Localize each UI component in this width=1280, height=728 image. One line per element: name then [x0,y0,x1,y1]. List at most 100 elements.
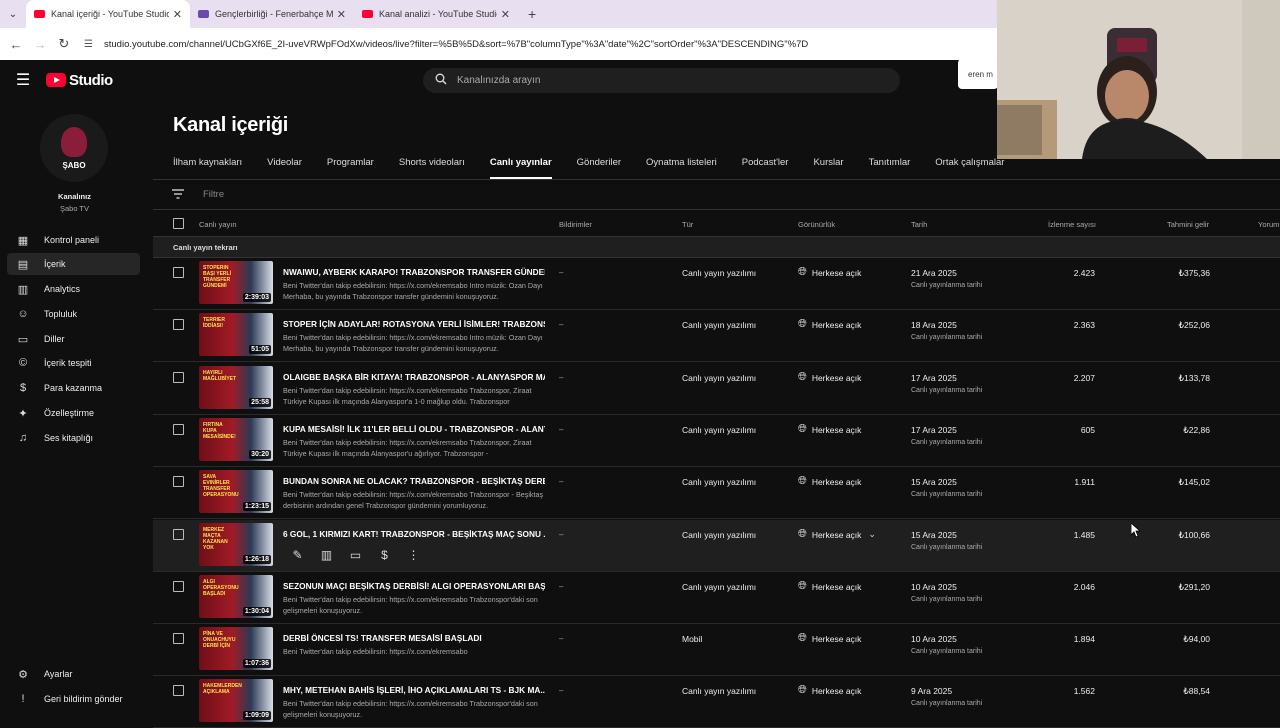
row-checkbox[interactable] [173,319,184,330]
row-checkbox[interactable] [173,476,184,487]
tab-search-dropdown-icon[interactable]: ⌄ [0,0,26,28]
table-row[interactable]: STOPERIN BAŞI YERLİ TRANSFER GÜNDEMİ 2:39… [153,258,1280,310]
table-row[interactable]: HAKEMLERDEN AÇIKLAMA 1:09:09 MHY, METEHAN … [153,676,1280,728]
row-checkbox[interactable] [173,581,184,592]
video-title[interactable]: DERBİ ÖNCESİ TS! TRANSFER MESAİSİ BAŞLAD… [283,633,545,643]
row-checkbox[interactable] [173,529,184,540]
reload-icon[interactable]: ↻ [52,36,76,52]
table-row[interactable]: TERRIER İDDİASI! 51:05 STOPER İÇİN ADAYLAR… [153,310,1280,362]
back-icon[interactable]: ← [4,37,28,52]
filter-placeholder[interactable]: Filtre [203,189,224,200]
tab-courses[interactable]: Kurslar [813,152,843,180]
sidebar-item-languages[interactable]: ▭ Diller [7,328,140,350]
visibility-cell[interactable]: 🌐︎ Herkese açık [798,423,861,436]
analytics-icon[interactable]: ▥ [312,548,341,562]
sidebar-item-monetization[interactable]: $ Para kazanma [7,377,140,399]
browser-tab[interactable]: Kanal içeriği - YouTube Studio ✕ [26,0,190,28]
visibility-cell[interactable]: 🌐︎ Herkese açık ⌄ [798,528,876,541]
video-thumbnail[interactable]: ALGI OPERASYONU BAŞLADI 1:30:04 [199,575,273,618]
monetization-icon[interactable]: $ [370,548,399,562]
new-tab-icon[interactable]: + [528,6,536,22]
sidebar-item-copyright[interactable]: © İçerik tespiti [7,352,140,374]
browser-tab[interactable]: Gençlerbirliği - Fenerbahçe Ma ✕ [190,0,354,28]
tab-playlists[interactable]: Oynatma listeleri [646,152,717,180]
table-row[interactable]: SAVA EVINİRLER TRANSFER OPERASYONU 1:23:1… [153,467,1280,519]
tab-programs[interactable]: Programlar [327,152,374,180]
video-thumbnail[interactable]: MERKEZ MAÇTA KAZANAN YOK 1:26:18 [199,523,273,566]
video-title[interactable]: SEZONUN MAÇI BEŞİKTAŞ DERBİSİ! ALGI OPER… [283,581,545,591]
tab-inspiration[interactable]: İlham kaynakları [173,152,242,180]
video-thumbnail[interactable]: TERRIER İDDİASI! 51:05 [199,313,273,356]
visibility-cell[interactable]: 🌐︎ Herkese açık [798,475,861,488]
more-icon[interactable]: ⋮ [399,548,428,562]
video-title[interactable]: NWAIWU, AYBERK KARAPO! TRABZONSPOR TRANS… [283,267,545,277]
studio-logo[interactable]: Studio [46,72,113,89]
sidebar-item-audio-library[interactable]: ♫ Ses kitaplığı [7,427,140,449]
tab-posts[interactable]: Gönderiler [577,152,621,180]
table-row[interactable]: FIRTINA KUPA MESAİSİNDE! 30:20 KUPA MESAİS… [153,415,1280,467]
visibility-cell[interactable]: 🌐︎ Herkese açık [798,632,861,645]
row-checkbox[interactable] [173,633,184,644]
video-title[interactable]: 6 GOL, 1 KIRMIZI KART! TRABZONSPOR - BEŞ… [283,529,545,539]
column-header-comments[interactable]: Yorum [1258,220,1279,229]
filter-icon[interactable] [153,188,203,202]
menu-icon[interactable]: ☰ [0,70,46,90]
video-thumbnail[interactable]: HAYIRLI MAĞLUBİYET 25:58 [199,366,273,409]
tab-live[interactable]: Canlı yayınlar [489,152,552,180]
tab-promotions[interactable]: Tanıtımlar [869,152,911,180]
site-info-icon[interactable]: ☰ [84,37,98,51]
column-header-type[interactable]: Tür [682,220,693,229]
column-header-date[interactable]: Tarih [911,220,927,229]
sidebar-item-community[interactable]: ☺ Topluluk [7,303,140,325]
row-checkbox[interactable] [173,372,184,383]
close-tab-icon[interactable]: ✕ [337,8,346,21]
row-checkbox[interactable] [173,685,184,696]
visibility-cell[interactable]: 🌐︎ Herkese açık [798,318,861,331]
video-title[interactable]: MHY, METEHAN BAHİS İŞLERİ, İHO AÇIKLAMAL… [283,685,545,695]
sidebar-item-settings[interactable]: ⚙ Ayarlar [7,663,140,685]
browser-tab[interactable]: Kanal analizi - YouTube Studio ✕ [354,0,518,28]
visibility-cell[interactable]: 🌐︎ Herkese açık [798,266,861,279]
video-title[interactable]: BUNDAN SONRA NE OLACAK? TRABZONSPOR - BE… [283,476,545,486]
column-header-revenue[interactable]: Tahmini gelir [1167,220,1209,229]
video-title[interactable]: KUPA MESAİSİ! İLK 11'LER BELLİ OLDU - TR… [283,424,545,434]
tab-collaborations[interactable]: Ortak çalışmalar [935,152,1004,180]
table-row[interactable]: MERKEZ MAÇTA KAZANAN YOK 1:26:18 6 GOL, 1 … [153,520,1280,572]
video-thumbnail[interactable]: PİNA VE ONUACHUYU DERBİ İÇİN 1:07:36 [199,627,273,670]
column-header-video[interactable]: Canlı yayın [199,220,237,229]
visibility-cell[interactable]: 🌐︎ Herkese açık [798,580,861,593]
sidebar-item-dashboard[interactable]: ▦ Kontrol paneli [7,229,140,251]
video-title[interactable]: STOPER İÇİN ADAYLAR! ROTASYONA YERLİ İSİ… [283,319,545,329]
filter-bar[interactable]: Filtre [153,180,1280,210]
column-header-notifications[interactable]: Bildirimler [559,220,592,229]
video-title[interactable]: OLAIGBE BAŞKA BİR KITAYA! TRABZONSPOR - … [283,372,545,382]
forward-icon[interactable]: → [28,37,52,52]
table-row[interactable]: PİNA VE ONUACHUYU DERBİ İÇİN 1:07:36 DERBİ… [153,624,1280,676]
sidebar-item-content[interactable]: ▤ İçerik [7,253,140,275]
column-header-visibility[interactable]: Görünürlük [798,220,835,229]
table-row[interactable]: ALGI OPERASYONU BAŞLADI 1:30:04 SEZONUN MA… [153,572,1280,624]
column-header-views[interactable]: İzlenme sayısı [1048,220,1096,229]
visibility-cell[interactable]: 🌐︎ Herkese açık [798,684,861,697]
video-thumbnail[interactable]: STOPERIN BAŞI YERLİ TRANSFER GÜNDEMİ 2:39… [199,261,273,304]
sidebar-item-feedback[interactable]: ! Geri bildirim gönder [7,688,140,710]
comments-icon[interactable]: ▭ [341,548,370,562]
pencil-icon[interactable]: ✎ [283,548,312,562]
video-thumbnail[interactable]: SAVA EVINİRLER TRANSFER OPERASYONU 1:23:1… [199,470,273,513]
select-all-checkbox[interactable] [173,218,184,229]
sidebar-item-customization[interactable]: ✦ Özelleştirme [7,402,140,424]
visibility-cell[interactable]: 🌐︎ Herkese açık [798,371,861,384]
row-checkbox[interactable] [173,424,184,435]
close-tab-icon[interactable]: ✕ [173,8,182,21]
tab-shorts[interactable]: Shorts videoları [399,152,465,180]
close-tab-icon[interactable]: ✕ [501,8,510,21]
table-row[interactable]: HAYIRLI MAĞLUBİYET 25:58 OLAIGBE BAŞKA BİR… [153,363,1280,415]
sidebar-item-analytics[interactable]: ▥ Analytics [7,278,140,300]
avatar[interactable]: ŞABO [40,114,108,182]
row-checkbox[interactable] [173,267,184,278]
url-field[interactable]: studio.youtube.com/channel/UCbGXf6E_2I-u… [104,39,824,50]
video-thumbnail[interactable]: FIRTINA KUPA MESAİSİNDE! 30:20 [199,418,273,461]
tab-videos[interactable]: Videolar [267,152,302,180]
search-input[interactable]: Kanalınızda arayın [423,68,900,93]
chevron-down-icon[interactable]: ⌄ [868,529,876,540]
